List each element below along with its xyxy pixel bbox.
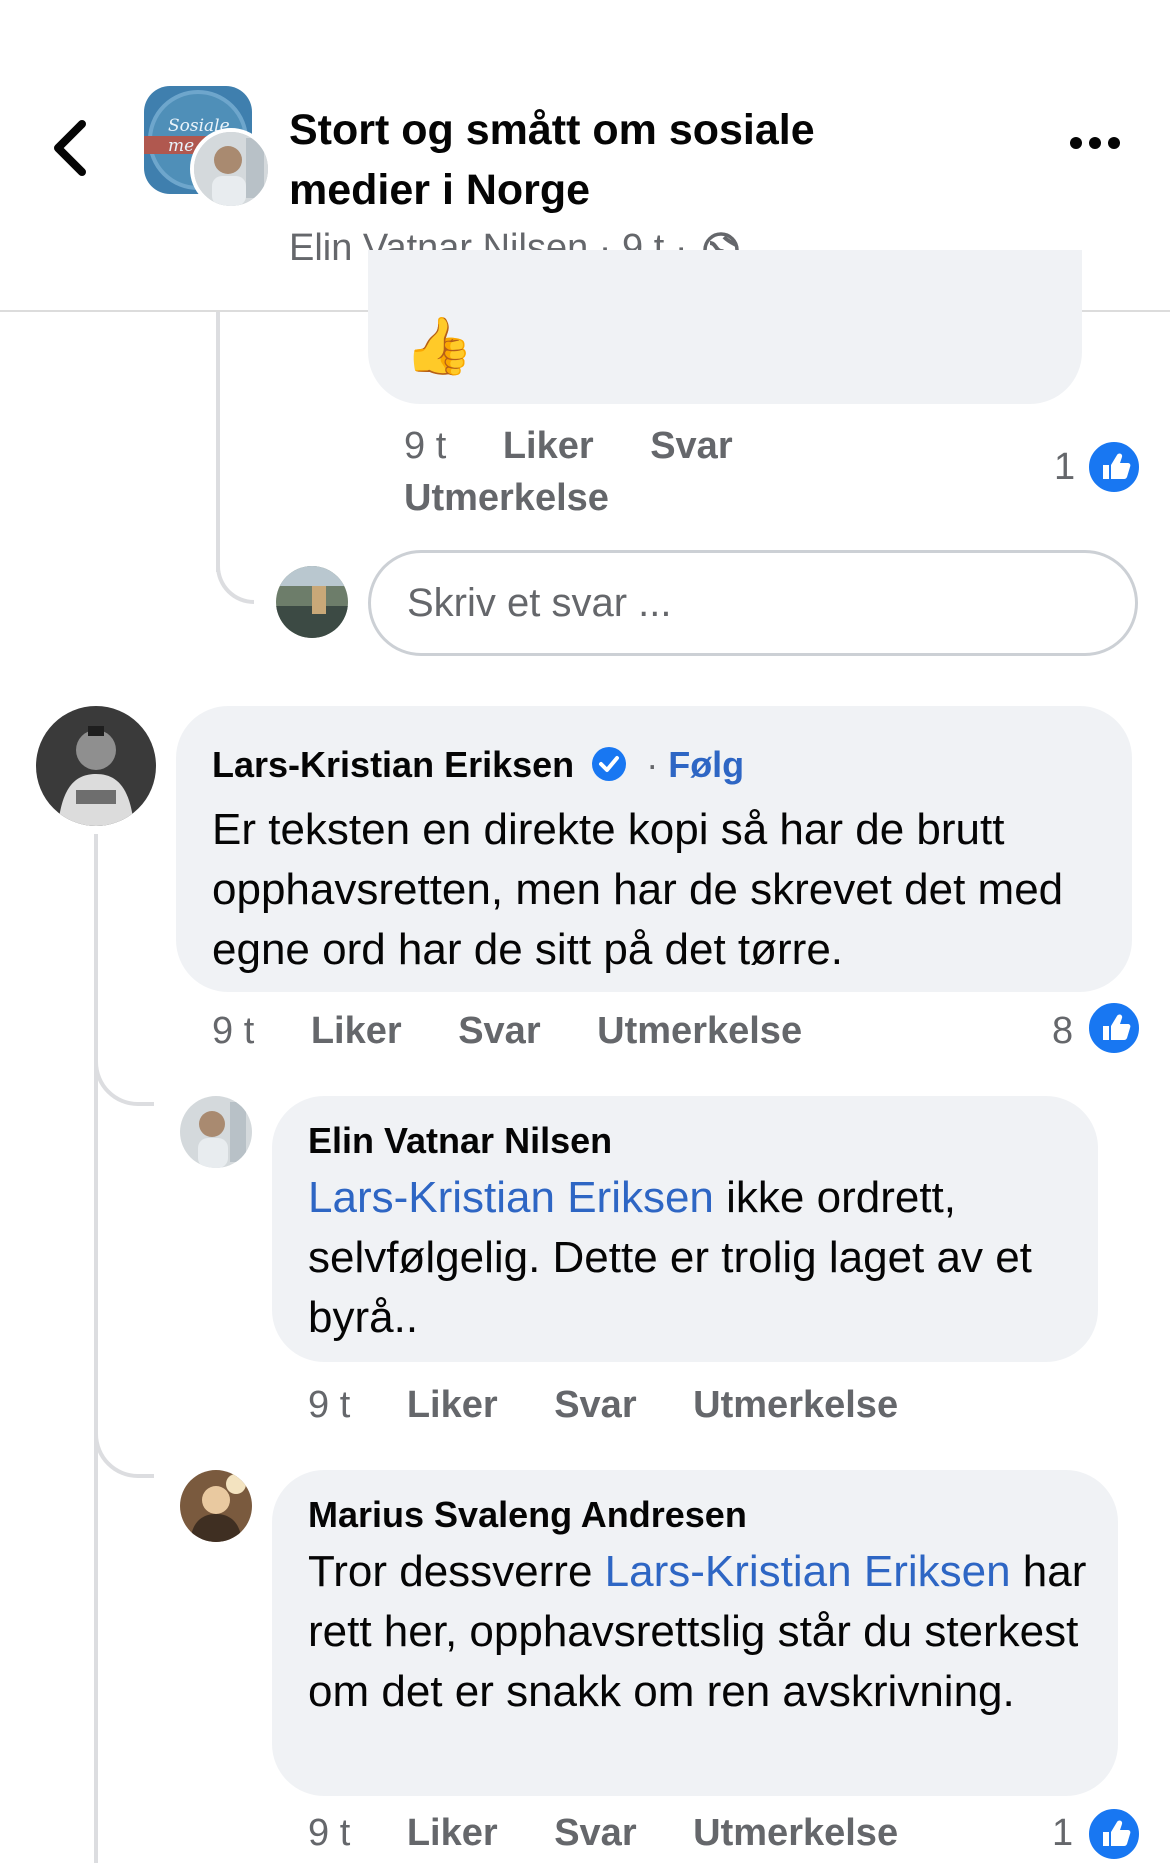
like-link[interactable]: Liker	[311, 1010, 402, 1052]
comment-actions: 9 t Liker Svar Utmerkelse	[212, 1010, 802, 1053]
avatar[interactable]	[180, 1096, 252, 1168]
reaction-count[interactable]: 8	[1052, 1010, 1073, 1053]
comment-author[interactable]: Marius Svaleng Andresen	[308, 1494, 747, 1536]
verified-badge-icon	[592, 747, 627, 781]
reaction-count[interactable]: 1	[1054, 446, 1075, 489]
comment-time[interactable]: 9 t	[308, 1384, 350, 1426]
comment-text: Tror dessverre Lars-Kristian Eriksen har…	[308, 1547, 1087, 1716]
comment-thread-page: Sosiale me Stort og smått om sosiale med…	[0, 0, 1170, 1863]
thread-line	[94, 834, 98, 1863]
mention-link[interactable]: Lars-Kristian Eriksen	[308, 1173, 714, 1222]
thumbs-up-emoji: 👍	[404, 314, 474, 377]
comment-author[interactable]: Elin Vatnar Nilsen	[308, 1120, 612, 1162]
author-avatar[interactable]	[190, 128, 272, 210]
avatar[interactable]	[36, 706, 156, 826]
back-chevron-icon[interactable]	[50, 118, 90, 178]
like-reaction-icon[interactable]	[1086, 1000, 1142, 1056]
mention-link[interactable]: Lars-Kristian Eriksen	[605, 1547, 1011, 1596]
award-link[interactable]: Utmerkelse	[693, 1384, 898, 1426]
reaction-count[interactable]: 1	[1052, 1812, 1073, 1855]
comment-time[interactable]: 9 t	[212, 1010, 254, 1052]
prev-comment-bubble: 👍	[368, 250, 1082, 404]
reply-input[interactable]: Skriv et svar ...	[368, 550, 1138, 656]
comment-text: Lars-Kristian Eriksen ikke ordrett, selv…	[308, 1173, 1032, 1342]
award-link[interactable]: Utmerkelse	[597, 1010, 802, 1052]
like-reaction-icon[interactable]	[1086, 439, 1142, 495]
current-user-avatar[interactable]	[276, 566, 348, 638]
comment-author[interactable]: Lars-Kristian Eriksen	[212, 744, 574, 785]
like-link[interactable]: Liker	[407, 1384, 498, 1426]
comment-bubble: Lars-Kristian Eriksen · Følg Er teksten …	[176, 706, 1132, 992]
comment-actions: 9 t Liker Svar Utmerkelse	[308, 1384, 898, 1427]
comment-time[interactable]: 9 t	[404, 425, 446, 467]
thread-line	[216, 312, 220, 572]
prev-comment-actions: 9 t Liker Svar Utmerkelse	[404, 420, 733, 524]
like-link[interactable]: Liker	[407, 1812, 498, 1854]
more-options-icon[interactable]	[1070, 136, 1130, 156]
like-link[interactable]: Liker	[503, 425, 594, 467]
comment-actions: 9 t Liker Svar Utmerkelse	[308, 1812, 898, 1855]
group-title[interactable]: Stort og smått om sosiale medier i Norge	[289, 100, 909, 220]
comment-text: Er teksten en direkte kopi så har de bru…	[212, 805, 1064, 974]
reply-link[interactable]: Svar	[650, 425, 732, 467]
like-reaction-icon[interactable]	[1086, 1806, 1142, 1862]
comment-bubble: Marius Svaleng Andresen Tror dessverre L…	[272, 1470, 1118, 1796]
reply-link[interactable]: Svar	[458, 1010, 540, 1052]
award-link[interactable]: Utmerkelse	[693, 1812, 898, 1854]
reply-link[interactable]: Svar	[554, 1384, 636, 1426]
follow-link[interactable]: Følg	[668, 744, 744, 785]
comment-time[interactable]: 9 t	[308, 1812, 350, 1854]
comment-bubble: Elin Vatnar Nilsen Lars-Kristian Eriksen…	[272, 1096, 1098, 1362]
award-link[interactable]: Utmerkelse	[404, 477, 609, 519]
reply-link[interactable]: Svar	[554, 1812, 636, 1854]
avatar[interactable]	[180, 1470, 252, 1542]
